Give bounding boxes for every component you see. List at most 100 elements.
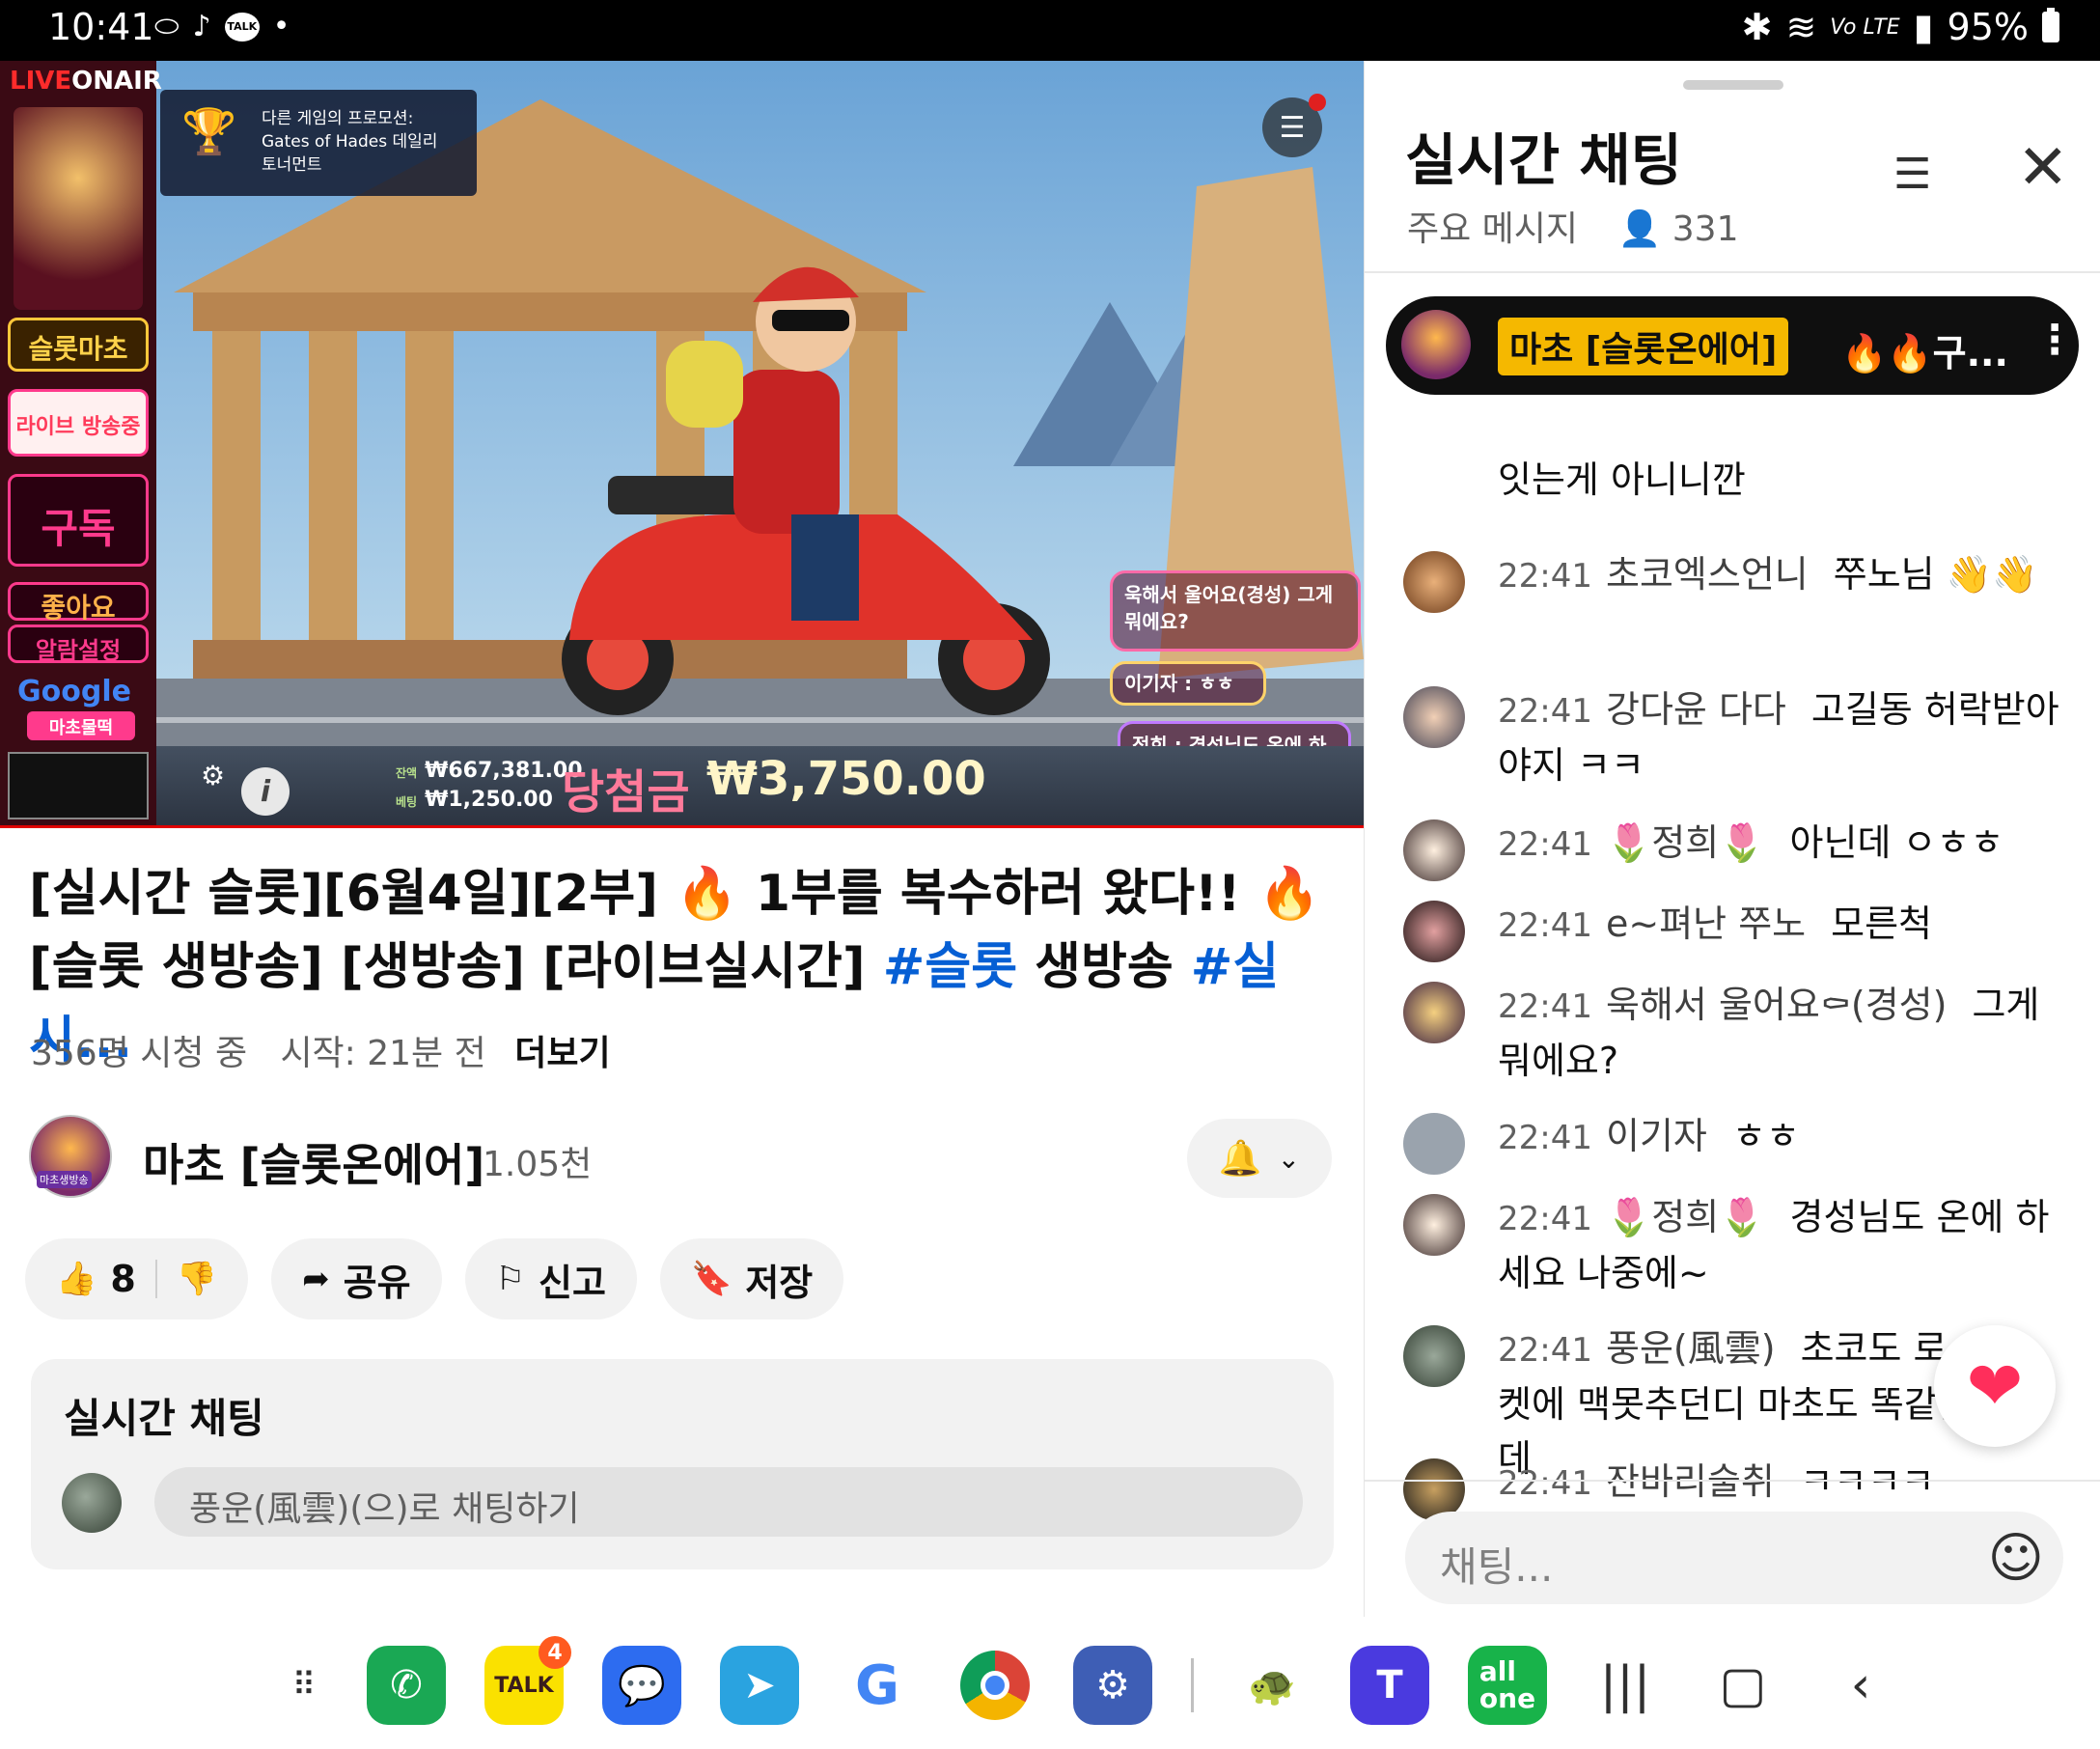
filter-icon[interactable]: ☰ <box>1893 150 1931 199</box>
message-author[interactable]: 이기자 <box>1606 1115 1707 1157</box>
win-label: 당첨금 <box>562 765 690 819</box>
message-text: 잇는게 아니니깐 <box>1498 458 1746 501</box>
chrome-icon[interactable] <box>955 1646 1035 1725</box>
trophy-icon: 🏆 <box>181 105 237 157</box>
avatar[interactable] <box>1403 982 1465 1043</box>
more-vert-icon[interactable]: ⋮ <box>2034 316 2075 363</box>
notification-bell-button[interactable]: 🔔 ⌄ <box>1187 1119 1332 1198</box>
notification-badge: 4 <box>539 1636 571 1669</box>
info-icon[interactable]: i <box>241 767 290 816</box>
channel-avatar[interactable]: 마초생방송 <box>29 1115 112 1198</box>
messages-icon[interactable]: 💬 <box>602 1646 681 1725</box>
message-author[interactable]: 🌷정희🌷 <box>1606 1196 1765 1238</box>
pokemon-icon[interactable]: 🐢 <box>1232 1646 1312 1725</box>
status-bar: 10:41 ⬭ ♪ TALK • ✱ ≋ Vo LTE ▮ 95% <box>0 0 2100 61</box>
divider <box>154 1260 157 1298</box>
share-icon: ➦ <box>302 1260 330 1298</box>
pinned-message[interactable]: 마초 [슬롯온에어] 🔥🔥구... ⋮ <box>1386 296 2079 395</box>
pinned-avatar <box>1401 310 1471 379</box>
settings-icon[interactable]: ⚙ <box>1073 1646 1152 1725</box>
live-progress-bar[interactable] <box>0 825 1364 828</box>
game-menu-button[interactable]: ☰ <box>1262 94 1326 157</box>
channel-name[interactable]: 마초 [슬롯온에어] <box>143 1130 484 1194</box>
share-button[interactable]: ➦ 공유 <box>271 1238 442 1319</box>
google-icon[interactable]: G <box>838 1646 917 1725</box>
bet-label: 베팅 <box>396 795 418 809</box>
hashtag-link[interactable]: #슬롯 <box>883 938 1017 996</box>
avatar[interactable] <box>1403 819 1465 881</box>
google-label: Google <box>17 675 131 708</box>
all-one-icon[interactable]: all one <box>1468 1646 1547 1725</box>
avatar-label: 마초생방송 <box>37 1171 92 1188</box>
chat-mode-selector[interactable]: 주요 메시지 <box>1407 209 1578 249</box>
heart-reaction-button[interactable]: ❤ <box>1934 1325 2056 1447</box>
promo-line: 토너먼트 <box>262 155 322 175</box>
chat-panel-title: 실시간 채팅 <box>1405 127 1682 193</box>
battery-icon <box>2042 8 2059 42</box>
promo-line: 다른 게임의 프로모션: <box>262 109 414 128</box>
live-chat-card[interactable]: 실시간 채팅 풍운(風雲)(으)로 채팅하기 <box>31 1359 1334 1569</box>
avatar[interactable] <box>1403 1325 1465 1387</box>
message-time: 22:41 <box>1498 906 1592 945</box>
thumbs-up-icon[interactable]: 👍 <box>56 1260 97 1298</box>
message-text: 모른척 <box>1831 902 1933 945</box>
pill-icon: ⬭ <box>154 10 180 43</box>
signal-icon: ▮ <box>1913 6 1934 48</box>
back-icon[interactable]: ‹ <box>1821 1656 1900 1714</box>
message-text: 아닌데 ㅇㅎㅎ <box>1789 821 2004 864</box>
video-player[interactable]: LIVEONAIR 슬롯마초 라이브 방송중 구독 좋아요 알람설정 Googl… <box>0 61 1364 828</box>
promo-line: Gates of Hades 데일리 <box>262 132 438 152</box>
search-tag: 마초물떡 <box>27 711 135 740</box>
gear-icon[interactable]: ⚙ <box>201 760 225 791</box>
avatar[interactable] <box>1403 901 1465 962</box>
message-text: ㅋㅋㅋㅋ <box>1799 1460 1935 1503</box>
phone-app-icon[interactable]: ✆ <box>367 1646 446 1725</box>
close-icon[interactable]: ✕ <box>2017 132 2069 204</box>
avatar[interactable] <box>1403 1194 1465 1256</box>
telegram-icon[interactable]: ➤ <box>720 1646 799 1725</box>
message-author[interactable]: 잔바리술취 <box>1606 1460 1775 1503</box>
drag-handle[interactable] <box>1683 80 1783 90</box>
more-button[interactable]: 더보기 <box>514 1034 610 1073</box>
save-button[interactable]: 🔖 저장 <box>659 1238 844 1319</box>
subscriber-count: 1.05천 <box>483 1145 593 1184</box>
message-author[interactable]: 초코엑스언니 <box>1606 553 1809 596</box>
emoji-icon[interactable]: ☺ <box>1988 1527 2044 1590</box>
t-app-icon[interactable]: T <box>1350 1646 1429 1725</box>
live-onair-sign: 라이브 방송중 <box>8 389 149 457</box>
message-author[interactable]: 🌷정희🌷 <box>1606 821 1765 864</box>
tiktok-icon: ♪ <box>192 10 211 43</box>
recents-icon[interactable]: ||| <box>1586 1656 1665 1714</box>
avatar[interactable] <box>1403 686 1465 748</box>
message-author[interactable]: 욱해서 울어요⚰(경성) <box>1606 984 1947 1026</box>
promotion-box[interactable]: 🏆 다른 게임의 프로모션: Gates of Hades 데일리 토너먼트 <box>160 90 477 196</box>
title-text: 생방송 <box>1017 938 1191 996</box>
save-label: 저장 <box>745 1261 814 1304</box>
bluetooth-icon: ✱ <box>1741 6 1773 48</box>
bookmark-icon: 🔖 <box>690 1260 732 1298</box>
report-button[interactable]: ⚐ 신고 <box>464 1238 637 1319</box>
sleeping-bag <box>666 341 743 428</box>
avatar[interactable] <box>1403 1113 1465 1175</box>
avatar[interactable] <box>1403 551 1465 613</box>
home-icon[interactable]: ▢ <box>1703 1656 1782 1714</box>
message-author[interactable]: 강다윤 다다 <box>1606 688 1786 731</box>
chat-input[interactable]: 채팅... ☺ <box>1405 1512 2063 1604</box>
bet-value: ₩1,250.00 <box>425 788 553 812</box>
kakaotalk-icon[interactable]: TALK 4 <box>484 1636 571 1725</box>
message-author[interactable]: e~펴난 쭈노 <box>1606 902 1806 945</box>
divider <box>1191 1658 1194 1712</box>
message-time: 22:41 <box>1498 987 1592 1026</box>
app-drawer-icon[interactable]: ⠿ <box>280 1661 328 1709</box>
live-chat-card-input[interactable]: 풍운(風雲)(으)로 채팅하기 <box>154 1467 1303 1537</box>
promo-strip: LIVEONAIR 슬롯마초 라이브 방송중 구독 좋아요 알람설정 Googl… <box>0 61 162 828</box>
hamburger-icon: ☰ <box>1279 110 1306 145</box>
notification-icons: ⬭ ♪ TALK • <box>154 10 290 43</box>
thumbs-down-icon[interactable]: 👎 <box>177 1260 217 1298</box>
overlay-chat-message: 이기자 : ㅎㅎ <box>1110 661 1266 706</box>
like-dislike-button[interactable]: 👍 8 👎 <box>25 1238 249 1319</box>
message-time: 22:41 <box>1498 1200 1592 1238</box>
pinned-text: 🔥🔥구... <box>1841 332 2008 375</box>
win-amount: ₩3,750.00 <box>706 752 986 806</box>
message-author[interactable]: 풍운(風雲) <box>1606 1327 1776 1370</box>
